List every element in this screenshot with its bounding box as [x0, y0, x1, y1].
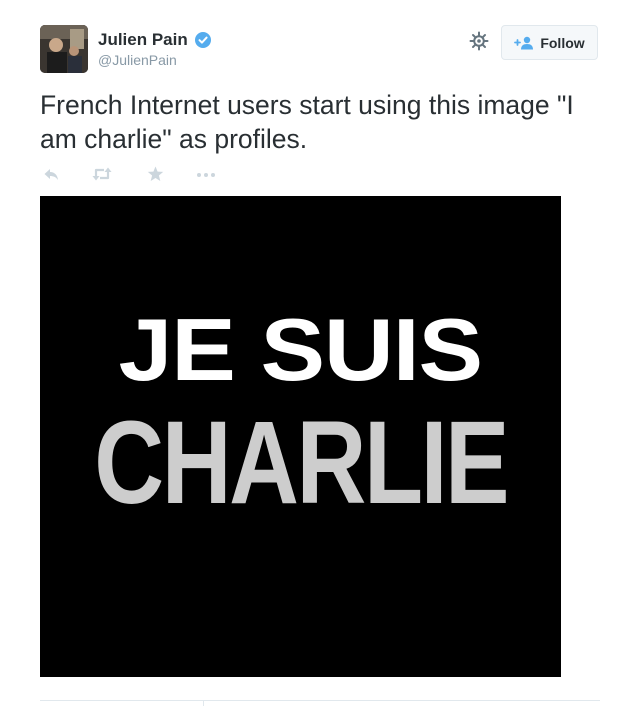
avatar[interactable] — [40, 25, 88, 73]
user-info[interactable]: Julien Pain @JulienPain — [98, 30, 212, 68]
retweet-icon[interactable] — [92, 166, 112, 182]
divider-tick — [203, 700, 204, 706]
verified-badge-icon — [195, 32, 212, 48]
gear-icon[interactable] — [469, 31, 489, 51]
more-icon[interactable] — [196, 166, 216, 182]
follow-label: Follow — [540, 34, 585, 51]
tweet-image[interactable]: JE SUIS CHARLIE — [40, 196, 561, 677]
image-text-line1: JE SUIS — [118, 300, 484, 399]
user-handle: @JulienPain — [98, 52, 177, 68]
divider — [40, 700, 600, 701]
tweet-text: French Internet users start using this i… — [40, 90, 574, 154]
display-name[interactable]: Julien Pain — [98, 30, 188, 50]
star-icon[interactable] — [147, 166, 164, 182]
follow-button[interactable]: Follow — [501, 25, 598, 60]
add-user-icon — [514, 36, 534, 49]
reply-icon[interactable] — [43, 166, 59, 182]
image-text-line2: CHARLIE — [94, 397, 509, 529]
